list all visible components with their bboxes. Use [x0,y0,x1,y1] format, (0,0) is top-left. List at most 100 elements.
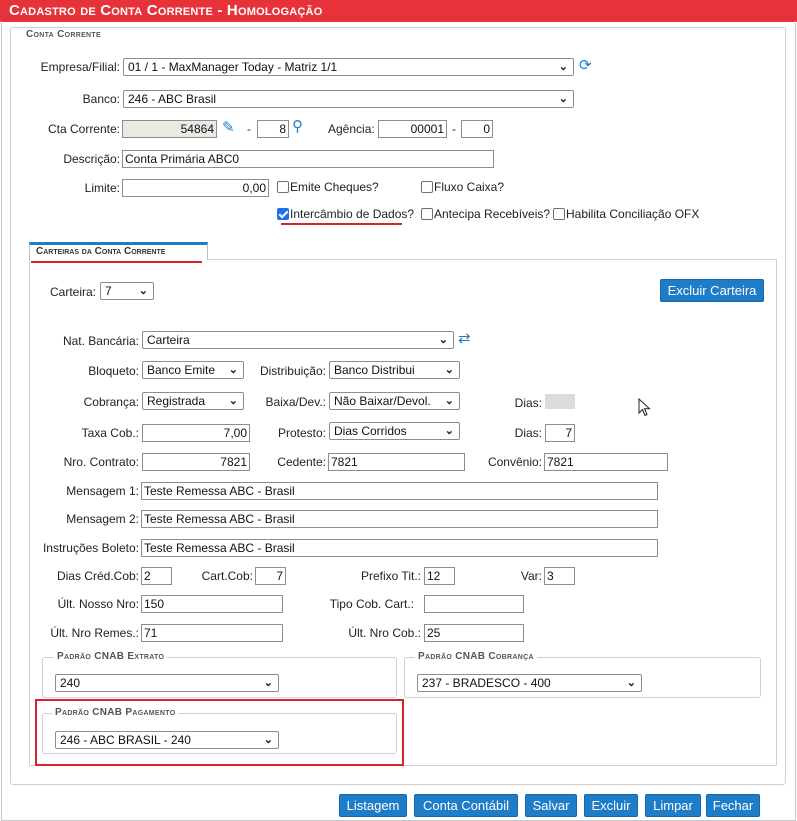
protesto-label: Protesto: [277,426,326,440]
tab-highlight [31,261,202,263]
cart-cob-input[interactable]: 7 [255,567,286,585]
convenio-label: Convênio: [487,455,542,469]
instrucoes-input[interactable]: Teste Remessa ABC - Brasil [141,539,658,557]
mensagem2-input[interactable]: Teste Remessa ABC - Brasil [141,510,658,528]
cnab-pagamento-select[interactable]: 246 - ABC BRASIL - 240 ⌄ [55,731,279,749]
nat-bancaria-select[interactable]: Carteira ⌄ [142,331,454,349]
chevron-down-icon: ⌄ [438,334,448,346]
pencil-icon[interactable]: ✎ [222,120,235,136]
cnab-extrato-legend: Padrão CNAB Extrato [54,651,168,662]
banco-label: Banco: [82,92,120,106]
window-title: Cadastro de Conta Corrente - Homologação [0,0,797,22]
instrucoes-label: Instruções Boleto: [42,541,139,555]
cart-cob-label: Cart.Cob: [201,569,253,583]
baixa-dev-label: Baixa/Dev.: [265,395,326,409]
agencia-digit-input[interactable]: 0 [461,120,493,138]
cta-digit-input[interactable]: 8 [257,120,289,138]
antecipa-checkbox[interactable] [421,208,433,220]
dias2-input[interactable]: 7 [545,424,575,442]
habilita-ofx-label: Habilita Conciliação OFX [566,207,700,221]
carteira-select[interactable]: 7 ⌄ [100,282,154,300]
search-icon[interactable]: ⚲ [292,119,303,135]
intercambio-checkbox[interactable] [277,208,289,220]
cobranca-select[interactable]: Registrada ⌄ [142,392,244,410]
dias-cred-input[interactable]: 2 [141,567,172,585]
chevron-down-icon: ⌄ [626,677,636,689]
chevron-down-icon: ⌄ [444,395,454,407]
tab-carteiras-label: Carteiras da Conta Corrente [36,246,166,257]
chevron-down-icon: ⌄ [138,285,148,297]
cobranca-label: Cobrança: [83,395,139,409]
distribuicao-label: Distribuição: [259,364,326,378]
excluir-carteira-button[interactable]: Excluir Carteira [660,279,764,302]
taxa-cob-input[interactable]: 7,00 [142,424,250,442]
cnab-pagamento-legend: Padrão CNAB Pagamento [52,707,179,718]
prefixo-tit-input[interactable]: 12 [424,567,455,585]
cta-dash: - [247,122,251,136]
chevron-down-icon: ⌄ [228,395,238,407]
var-input[interactable]: 3 [544,567,575,585]
habilita-ofx-checkbox[interactable] [553,208,565,220]
conta-corrente-legend: Conta Corrente [23,29,104,40]
chevron-down-icon: ⌄ [558,61,568,73]
baixa-dev-select[interactable]: Não Baixar/Devol. ⌄ [329,392,460,410]
ult-nosso-nro-label: Últ. Nosso Nro: [57,597,139,611]
refresh-icon[interactable]: ⇄ [458,331,471,347]
protesto-select[interactable]: Dias Corridos ⌄ [329,422,460,440]
chevron-down-icon: ⌄ [558,93,568,105]
mensagem2-label: Mensagem 2: [66,512,139,526]
conta-contabil-button[interactable]: Conta Contábil [414,794,518,817]
fechar-button[interactable]: Fechar [706,794,760,817]
dias-cred-label: Dias Créd.Cob: [56,569,139,583]
salvar-button[interactable]: Salvar [525,794,577,817]
cta-corrente-label: Cta Corrente: [47,122,120,136]
nat-bancaria-label: Nat. Bancária: [62,334,139,348]
ult-nosso-nro-input[interactable]: 150 [141,595,283,613]
dias2-label: Dias: [514,426,542,440]
descricao-label: Descrição: [63,152,120,166]
mensagem1-input[interactable]: Teste Remessa ABC - Brasil [141,482,658,500]
excluir-button[interactable]: Excluir [584,794,638,817]
agencia-input[interactable]: 00001 [378,120,447,138]
emite-cheques-checkbox[interactable] [277,181,289,193]
tab-carteiras[interactable]: Carteiras da Conta Corrente [29,242,208,260]
intercambio-highlight [281,223,402,225]
tipo-cob-cart-input[interactable] [424,595,524,613]
empresa-select[interactable]: 01 / 1 - MaxManager Today - Matriz 1/1 ⌄ [123,58,574,76]
distribuicao-select[interactable]: Banco Distribui ⌄ [329,361,460,379]
fluxo-caixa-checkbox[interactable] [421,181,433,193]
cnab-cobranca-legend: Padrão CNAB Cobrança [415,651,537,662]
listagem-button[interactable]: Listagem [339,794,407,817]
antecipa-label: Antecipa Recebíveis? [434,207,551,221]
intercambio-label: Intercâmbio de Dados? [290,207,415,221]
ult-nro-remes-input[interactable]: 71 [141,624,283,642]
limite-input[interactable]: 0,00 [122,179,269,197]
agencia-dash: - [452,122,456,136]
cedente-input[interactable]: 7821 [328,453,465,471]
chevron-down-icon: ⌄ [263,677,273,689]
bloqueto-label: Bloqueto: [88,364,139,378]
cta-corrente-input[interactable]: 54864 [122,120,217,138]
refresh-icon[interactable]: ⟳ [579,58,592,74]
prefixo-tit-label: Prefixo Tit.: [360,569,421,583]
descricao-input[interactable]: Conta Primária ABC0 [122,150,494,168]
ult-nro-cob-input[interactable]: 25 [424,624,524,642]
nro-contrato-label: Nro. Contrato: [63,455,139,469]
nro-contrato-input[interactable]: 7821 [142,453,250,471]
limite-label: Limite: [84,181,120,195]
carteira-label: Carteira: [50,285,97,299]
convenio-input[interactable]: 7821 [544,453,668,471]
mensagem1-label: Mensagem 1: [66,484,139,498]
mouse-pointer-icon [638,397,652,418]
cnab-cobranca-select[interactable]: 237 - BRADESCO - 400 ⌄ [417,674,642,692]
cedente-label: Cedente: [277,455,326,469]
chevron-down-icon: ⌄ [263,734,273,746]
ult-nro-remes-label: Últ. Nro Remes.: [50,626,139,640]
tipo-cob-cart-label: Tipo Cob. Cart.: [329,597,414,611]
agencia-label: Agência: [328,122,375,136]
dias1-label: Dias: [514,396,542,410]
limpar-button[interactable]: Limpar [645,794,701,817]
cnab-extrato-select[interactable]: 240 ⌄ [55,674,279,692]
bloqueto-select[interactable]: Banco Emite ⌄ [142,361,244,379]
banco-select[interactable]: 246 - ABC Brasil ⌄ [123,90,574,108]
